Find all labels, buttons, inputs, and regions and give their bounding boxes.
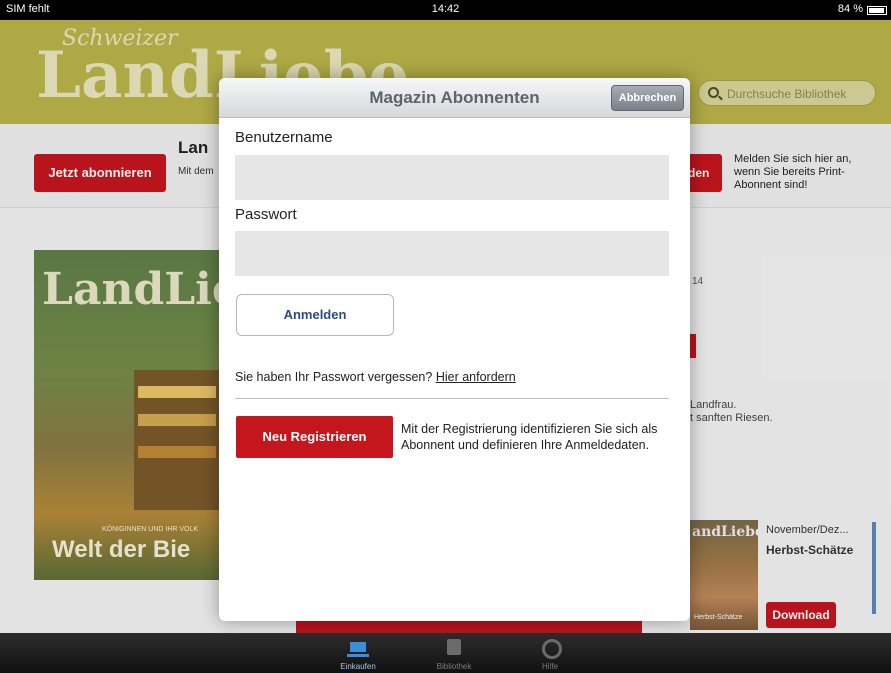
password-label: Passwort xyxy=(235,206,297,223)
request-password-link[interactable]: Hier anfordern xyxy=(436,370,516,384)
library-icon xyxy=(443,639,465,657)
battery-percent: 84 % xyxy=(837,3,863,15)
tab-hilfe[interactable]: Hilfe xyxy=(515,633,585,673)
status-bar: SIM fehlt 14:42 84 % xyxy=(0,0,891,20)
help-icon xyxy=(539,639,562,659)
battery-icon xyxy=(867,6,887,15)
divider xyxy=(235,398,669,399)
clock: 14:42 xyxy=(431,3,460,15)
login-button[interactable]: Anmelden xyxy=(236,294,394,336)
tab-label: Einkaufen xyxy=(340,662,376,671)
tab-label: Hilfe xyxy=(541,662,558,671)
cart-icon xyxy=(347,639,369,657)
tab-bar: Einkaufen Bibliothek Hilfe xyxy=(0,633,891,673)
subscriber-login-modal: Magazin Abonnenten Abbrechen Benutzernam… xyxy=(219,78,690,621)
forgot-password-text: Sie haben Ihr Passwort vergessen? Hier a… xyxy=(235,370,516,384)
register-button[interactable]: Neu Registrieren xyxy=(236,416,393,458)
tab-einkaufen[interactable]: Einkaufen xyxy=(323,633,393,673)
screen: SIM fehlt 14:42 84 % Schweizer LandLiebe… xyxy=(0,0,891,673)
username-label: Benutzername xyxy=(235,129,333,146)
register-note: Mit der Registrierung identifizieren Sie… xyxy=(401,422,658,452)
cancel-button[interactable]: Abbrechen xyxy=(611,85,684,111)
username-field[interactable] xyxy=(235,155,669,200)
tab-bibliothek[interactable]: Bibliothek xyxy=(419,633,489,673)
tab-label: Bibliothek xyxy=(436,662,472,671)
password-field[interactable] xyxy=(235,231,669,276)
forgot-password-prompt: Sie haben Ihr Passwort vergessen? xyxy=(235,370,433,384)
modal-header: Magazin Abonnenten Abbrechen xyxy=(219,78,690,118)
